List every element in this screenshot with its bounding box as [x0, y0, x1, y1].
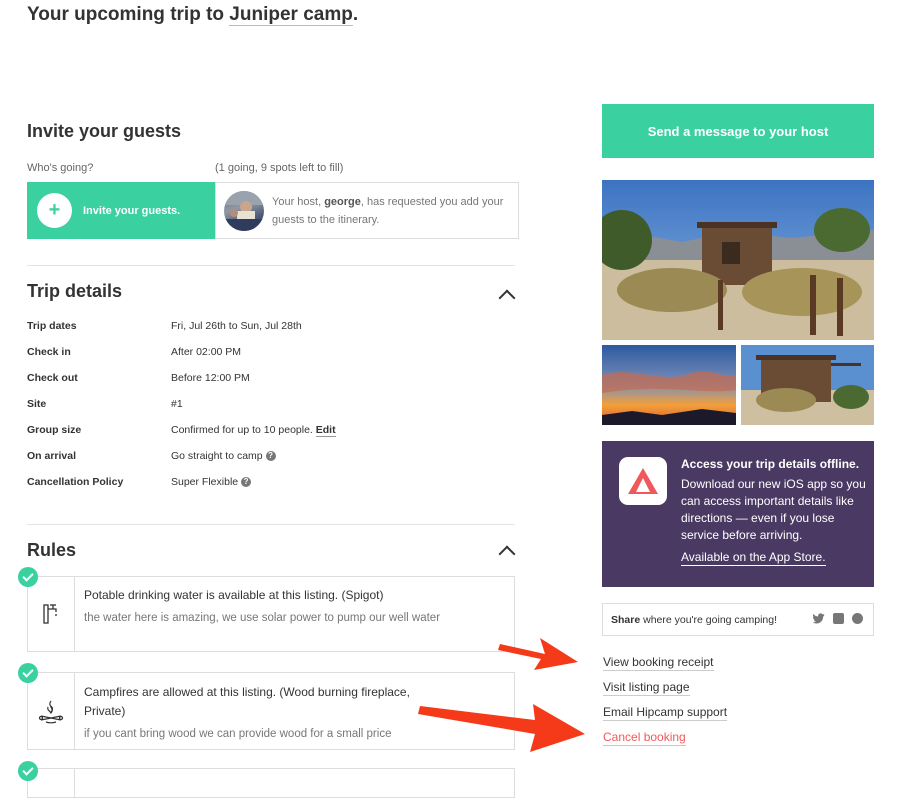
check-out-value: Before 12:00 PM	[171, 372, 250, 384]
email-support-link[interactable]: Email Hipcamp support	[603, 705, 728, 721]
rule-description: the water here is amazing, we use solar …	[84, 612, 441, 624]
whos-going-label: Who's going?	[27, 162, 94, 174]
host-request-text: Your host, george, has requested you add…	[272, 195, 504, 226]
share-box: Share where you're going camping!	[602, 603, 874, 636]
facebook-icon[interactable]	[833, 613, 844, 624]
listing-photo-sunset[interactable]	[602, 345, 736, 425]
cancellation-policy-value: Super Flexible ?	[171, 476, 252, 488]
rule-card: Campfires are allowed at this listing. (…	[27, 672, 515, 750]
on-arrival-value: Go straight to camp ?	[171, 450, 276, 462]
group-size-value: Confirmed for up to 10 people. Edit	[171, 424, 336, 437]
camp-name-link[interactable]: Juniper camp	[229, 4, 353, 26]
rule-description: if you cant bring wood we can provide wo…	[84, 728, 392, 740]
faucet-icon	[43, 604, 57, 624]
collapse-trip-details-button[interactable]	[497, 288, 517, 307]
rule-card	[27, 768, 515, 798]
check-in-value: After 02:00 PM	[171, 346, 242, 358]
check-icon	[18, 663, 38, 683]
app-promo-card: Access your trip details offline. Downlo…	[602, 441, 874, 587]
on-arrival-label: On arrival	[27, 450, 77, 462]
host-avatar	[224, 190, 264, 231]
pinterest-icon[interactable]	[852, 613, 863, 624]
visit-listing-page-link[interactable]: Visit listing page	[603, 680, 690, 696]
trip-dates-label: Trip dates	[27, 320, 77, 332]
app-promo-body: Download our new iOS app so you can acce…	[681, 477, 866, 542]
host-request-card: Your host, george, has requested you add…	[215, 182, 519, 239]
chevron-up-icon	[498, 545, 516, 563]
host-name: george	[324, 195, 361, 208]
listing-photo-main[interactable]	[602, 180, 874, 340]
divider	[27, 524, 515, 525]
collapse-rules-button[interactable]	[497, 544, 517, 563]
campfire-icon	[38, 700, 64, 724]
site-label: Site	[27, 398, 47, 410]
divider	[27, 265, 515, 266]
group-size-label: Group size	[27, 424, 82, 436]
plus-icon: +	[37, 193, 72, 228]
invite-guests-button[interactable]: + Invite your guests.	[27, 182, 215, 239]
check-in-label: Check in	[27, 346, 71, 358]
guest-count: (1 going, 9 spots left to fill)	[215, 162, 344, 174]
check-out-label: Check out	[27, 372, 78, 384]
check-icon	[18, 567, 38, 587]
twitter-icon[interactable]	[813, 613, 825, 624]
chevron-up-icon	[498, 289, 516, 307]
edit-group-size-link[interactable]: Edit	[315, 424, 336, 437]
listing-photo-cabin[interactable]	[741, 345, 874, 425]
rules-heading: Rules	[27, 540, 77, 560]
app-store-link[interactable]: Available on the App Store.	[681, 550, 826, 566]
check-icon	[18, 761, 38, 781]
message-host-button[interactable]: Send a message to your host	[602, 104, 874, 158]
hipcamp-app-icon	[619, 457, 667, 505]
app-promo-title: Access your trip details offline.	[681, 457, 860, 471]
page-title: Your upcoming trip to Juniper camp.	[27, 4, 359, 26]
rule-card: Potable drinking water is available at t…	[27, 576, 515, 652]
cancel-booking-link[interactable]: Cancel booking	[603, 730, 686, 746]
trip-dates-value: Fri, Jul 26th to Sun, Jul 28th	[171, 320, 302, 332]
invite-guests-label: Invite your guests.	[83, 204, 181, 217]
rule-title: Campfires are allowed at this listing. (…	[84, 685, 410, 718]
cancellation-policy-label: Cancellation Policy	[27, 476, 124, 488]
rule-title: Potable drinking water is available at t…	[84, 588, 384, 602]
site-value: #1	[171, 398, 183, 410]
view-booking-receipt-link[interactable]: View booking receipt	[603, 655, 714, 671]
help-icon[interactable]: ?	[265, 451, 276, 461]
share-text: Share where you're going camping!	[611, 613, 778, 626]
invite-heading: Invite your guests	[27, 121, 182, 141]
help-icon[interactable]: ?	[241, 477, 252, 487]
trip-details-heading: Trip details	[27, 281, 123, 301]
